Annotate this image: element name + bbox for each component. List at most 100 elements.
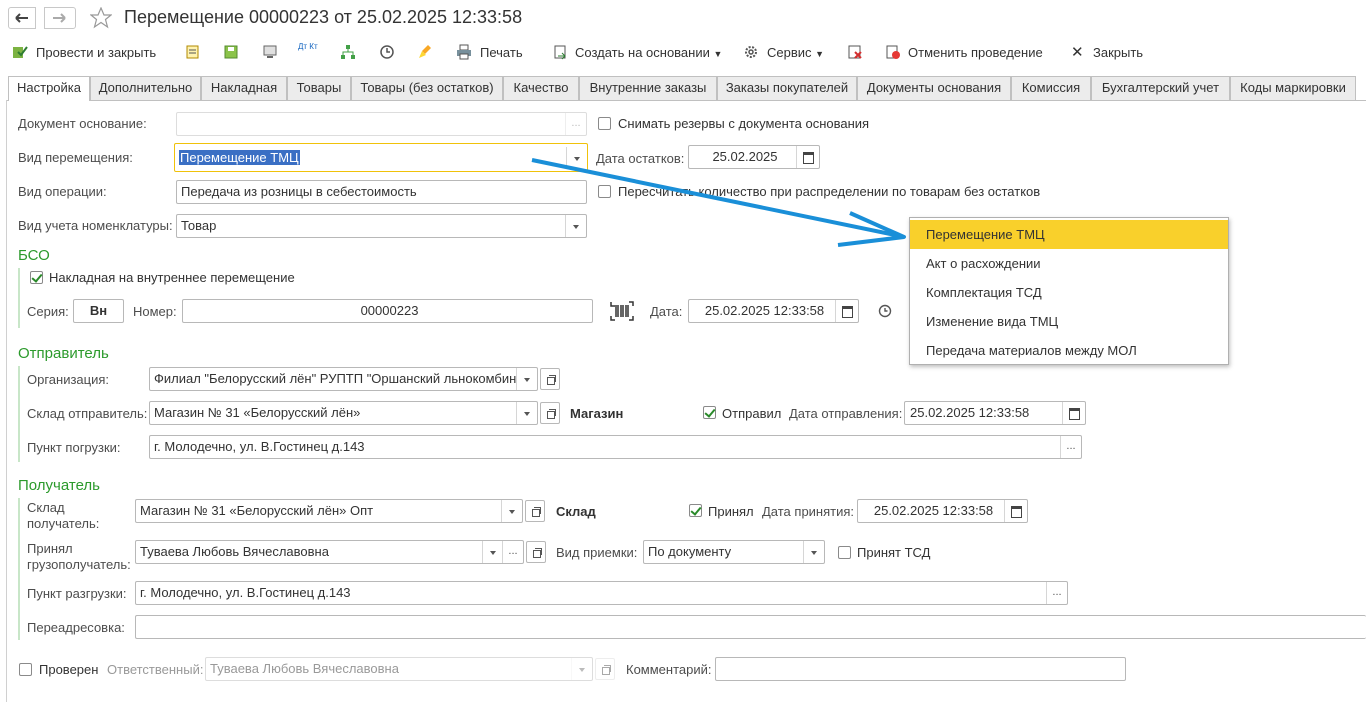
- nomenclature-value: Товар: [181, 218, 217, 233]
- tab-customer-orders[interactable]: Заказы покупателей: [717, 76, 857, 100]
- acceptance-type-dropdown-button[interactable]: [803, 541, 824, 563]
- sender-warehouse-dropdown-button[interactable]: [516, 402, 537, 424]
- dropdown-item-discrepancy-act[interactable]: Акт о расхождении: [910, 249, 1228, 278]
- consignee-value: Туваева Любовь Вячеславовна: [140, 544, 329, 559]
- series-label: Серия:: [27, 304, 69, 319]
- star-icon[interactable]: [90, 7, 112, 29]
- consignee-select[interactable]: Туваева Любовь Вячеславовна...: [135, 540, 524, 564]
- series-field[interactable]: Вн: [73, 299, 124, 323]
- tab-settings[interactable]: Настройка: [8, 76, 90, 101]
- bso-date-value: 25.02.2025 12:33:58: [704, 303, 825, 318]
- barcode-icon[interactable]: [609, 300, 635, 322]
- bso-date-field[interactable]: 25.02.2025 12:33:58: [688, 299, 859, 323]
- number-field[interactable]: 00000223: [182, 299, 593, 323]
- printer-icon: [457, 44, 471, 60]
- calendar-icon[interactable]: [1062, 402, 1085, 424]
- tab-additional[interactable]: Дополнительно: [90, 76, 201, 100]
- receiver-warehouse-open-button[interactable]: [525, 500, 545, 522]
- consignee-open-button[interactable]: [526, 541, 546, 563]
- dropdown-item-tmc-type-change[interactable]: Изменение вида ТМЦ: [910, 307, 1228, 336]
- history-icon[interactable]: [379, 44, 395, 60]
- sender-section-line: [18, 366, 20, 462]
- tab-accounting[interactable]: Бухгалтерский учет: [1091, 76, 1230, 100]
- comment-field[interactable]: [715, 657, 1126, 681]
- org-dropdown-button[interactable]: [516, 368, 537, 390]
- unpost-button[interactable]: Отменить проведение: [908, 44, 1043, 62]
- org-select[interactable]: Филиал "Белорусский лён" РУПТП "Оршански…: [149, 367, 538, 391]
- calendar-icon[interactable]: [835, 300, 858, 322]
- tsd-checkbox[interactable]: [838, 546, 851, 559]
- org-open-button[interactable]: [540, 368, 560, 390]
- window-title: Перемещение 00000223 от 25.02.2025 12:33…: [124, 7, 523, 27]
- dropdown-item-tsd-assembly[interactable]: Комплектация ТСД: [910, 278, 1228, 307]
- print-button[interactable]: Печать: [480, 44, 523, 62]
- forward-button[interactable]: [44, 7, 76, 29]
- doc-basis-label: Документ основание:: [18, 116, 147, 131]
- doc-basis-field[interactable]: ...: [176, 112, 587, 136]
- acceptance-type-select[interactable]: По документу: [643, 540, 825, 564]
- post-close-button[interactable]: Провести и закрыть: [36, 44, 156, 62]
- dt-kt-icon[interactable]: Дт Кт: [298, 42, 318, 51]
- calendar-icon[interactable]: [1004, 500, 1027, 522]
- close-button[interactable]: Закрыть: [1093, 44, 1143, 62]
- checked-checkbox[interactable]: [19, 663, 32, 676]
- receiver-warehouse-dropdown-button[interactable]: [501, 500, 522, 522]
- service-button[interactable]: Сервис ▼: [767, 44, 824, 62]
- tab-internal-orders[interactable]: Внутренние заказы: [579, 76, 717, 100]
- receiver-warehouse-label-2: получатель:: [27, 516, 100, 531]
- dropdown-item-movement-tmc[interactable]: Перемещение ТМЦ: [910, 220, 1228, 249]
- sent-checkbox[interactable]: [703, 406, 716, 419]
- waybill-checkbox[interactable]: [30, 271, 43, 284]
- tab-goods[interactable]: Товары: [287, 76, 351, 100]
- sender-warehouse-open-button[interactable]: [540, 402, 560, 424]
- unloading-point-select-button[interactable]: ...: [1046, 582, 1067, 604]
- tab-quality[interactable]: Качество: [503, 76, 579, 100]
- hierarchy-icon[interactable]: [340, 44, 356, 60]
- chevron-down-icon: ▼: [815, 49, 825, 59]
- release-reserves-checkbox[interactable]: [598, 117, 611, 130]
- structure-icon[interactable]: [262, 44, 278, 60]
- movement-type-label: Вид перемещения:: [18, 150, 133, 165]
- create-based-button[interactable]: Создать на основании ▼: [575, 44, 722, 62]
- back-button[interactable]: [8, 7, 36, 29]
- post-icon[interactable]: [185, 44, 201, 60]
- tab-goods-no-stock[interactable]: Товары (без остатков): [351, 76, 503, 100]
- accepted-date-value: 25.02.2025 12:33:58: [873, 503, 994, 518]
- responsible-dropdown-button: [571, 658, 592, 680]
- waybill-label: Накладная на внутреннее перемещение: [49, 270, 295, 285]
- doc-basis-select-button[interactable]: ...: [565, 113, 586, 135]
- consignee-dropdown-button[interactable]: [482, 541, 503, 563]
- save-icon[interactable]: [223, 44, 239, 60]
- broom-icon[interactable]: [417, 44, 433, 60]
- bso-date-label: Дата:: [650, 304, 683, 319]
- tab-basis-documents[interactable]: Документы основания: [857, 76, 1011, 100]
- accepted-date-field[interactable]: 25.02.2025 12:33:58: [857, 499, 1028, 523]
- movement-type-value: Перемещение ТМЦ: [179, 150, 300, 165]
- responsible-value: Туваева Любовь Вячеславовна: [210, 661, 399, 676]
- loading-point-select-button[interactable]: ...: [1060, 436, 1081, 458]
- tab-waybill[interactable]: Накладная: [201, 76, 287, 100]
- excel-delete-icon[interactable]: [847, 44, 863, 60]
- consignee-label-1: Принял: [27, 541, 73, 556]
- tab-commission[interactable]: Комиссия: [1011, 76, 1091, 100]
- unloading-point-label: Пункт разгрузки:: [27, 586, 127, 601]
- form-left-border: [6, 100, 7, 702]
- loading-point-field[interactable]: г. Молодечно, ул. В.Гостинец д.143...: [149, 435, 1082, 459]
- sent-date-field[interactable]: 25.02.2025 12:33:58: [904, 401, 1086, 425]
- history-icon[interactable]: [877, 303, 893, 319]
- responsible-label: Ответственный:: [107, 662, 204, 677]
- sender-warehouse-select[interactable]: Магазин № 31 «Белорусский лён»: [149, 401, 538, 425]
- sender-warehouse-value: Магазин № 31 «Белорусский лён»: [154, 405, 361, 420]
- dropdown-item-materials-transfer[interactable]: Передача материалов между МОЛ: [910, 336, 1228, 365]
- sender-warehouse-type: Магазин: [570, 406, 624, 421]
- movement-type-dropdown-list: Перемещение ТМЦ Акт о расхождении Компле…: [909, 217, 1229, 365]
- tab-marking-codes[interactable]: Коды маркировки: [1230, 76, 1356, 100]
- consignee-select-button[interactable]: ...: [502, 541, 523, 563]
- receiver-warehouse-value: Магазин № 31 «Белорусский лён» Опт: [140, 503, 374, 518]
- accepted-checkbox[interactable]: [689, 504, 702, 517]
- bso-section-line: [18, 268, 20, 328]
- unloading-point-field[interactable]: г. Молодечно, ул. В.Гостинец д.143...: [135, 581, 1068, 605]
- receiver-warehouse-select[interactable]: Магазин № 31 «Белорусский лён» Опт: [135, 499, 523, 523]
- redirect-field[interactable]: [135, 615, 1366, 639]
- sent-label: Отправил: [722, 406, 782, 421]
